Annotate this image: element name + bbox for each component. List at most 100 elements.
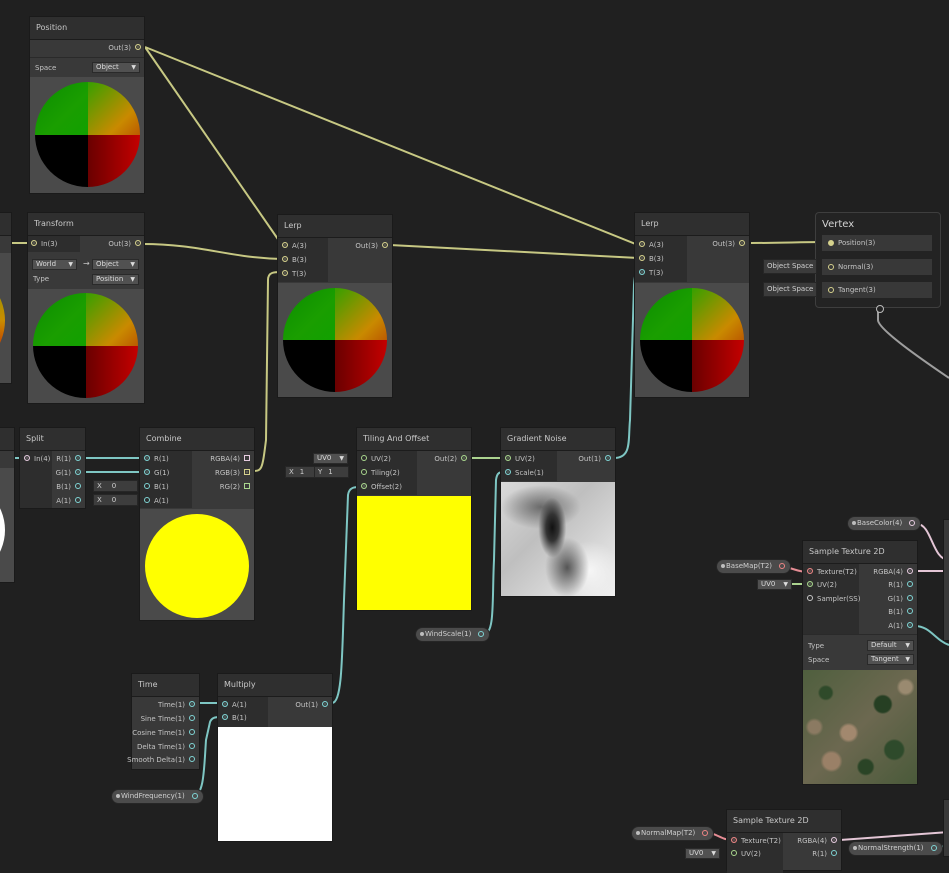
sample1-b-port[interactable]: B(1) [888, 606, 913, 618]
multiply-node[interactable]: Multiply A(1) B(1) Out(1) [218, 674, 332, 841]
split-r-port[interactable]: R(1) [56, 453, 81, 465]
normal-map-property[interactable]: NormalMap(T2) [632, 827, 714, 840]
combine-a-x-field[interactable]: X0 [93, 494, 138, 506]
time-cosine-port[interactable]: Cosine Time(1) [132, 727, 195, 739]
combine-b-x-field[interactable]: X0 [93, 480, 138, 492]
offscreen-node-top[interactable] [0, 213, 11, 383]
arrow-right-icon: → [83, 259, 90, 268]
offscreen-node-right[interactable] [944, 520, 949, 640]
lerp2-a-port[interactable]: A(3) [639, 239, 664, 251]
combine-r-port[interactable]: R(1) [144, 453, 169, 465]
lerp2-t-port[interactable]: T(3) [639, 267, 663, 279]
sample1-uv-channel-dropdown[interactable]: UV0 ▼ [757, 579, 792, 590]
tiling-y-field[interactable]: Y1 [314, 466, 349, 478]
lerp1-preview-sphere [283, 288, 387, 392]
time-smooth-delta-port[interactable]: Smooth Delta(1) [127, 754, 195, 766]
combine-rgba-port[interactable]: RGBA(4) [210, 453, 250, 465]
lerp1-t-port[interactable]: T(3) [282, 268, 306, 280]
gradient-uv-port[interactable]: UV(2) [505, 453, 535, 465]
tangent-object-space-field[interactable]: Object Space [763, 282, 818, 297]
transform-type-dropdown[interactable]: Position ▼ [92, 274, 139, 285]
transform-out-port[interactable]: Out(3) [108, 238, 141, 250]
position-out-port[interactable]: Out(3) [108, 42, 141, 54]
vertex-context[interactable]: Vertex Position(3) Normal(3) Tangent(3) [815, 212, 941, 313]
gradient-scale-port[interactable]: Scale(1) [505, 467, 544, 479]
sample1-space-label: Space [808, 656, 830, 664]
sample1-sampler-port[interactable]: Sampler(SS) [807, 593, 860, 605]
sample1-type-dropdown[interactable]: Default ▼ [867, 640, 914, 651]
sample1-texture-port[interactable]: Texture(T2) [807, 566, 857, 578]
position-space-dropdown[interactable]: Object ▼ [92, 62, 140, 73]
sample2-uv-channel-dropdown[interactable]: UV0 ▼ [685, 848, 720, 859]
split-b-port[interactable]: B(1) [56, 481, 81, 493]
sample1-a-port[interactable]: A(1) [888, 620, 913, 632]
lerp2-b-port[interactable]: B(3) [639, 253, 664, 265]
tiling-offset-port[interactable]: Offset(2) [361, 481, 402, 493]
sample1-space-dropdown[interactable]: Tangent ▼ [867, 654, 914, 665]
multiply-out-port[interactable]: Out(1) [295, 699, 328, 711]
tiling-x-field[interactable]: X1 [285, 466, 316, 478]
tiling-uv-port[interactable]: UV(2) [361, 453, 391, 465]
lerp2-out-port[interactable]: Out(3) [712, 238, 745, 250]
gradient-noise-node[interactable]: Gradient Noise UV(2) Scale(1) Out(1) [501, 428, 615, 596]
time-node[interactable]: Time Time(1) Sine Time(1) Cosine Time(1)… [127, 674, 199, 769]
base-map-property[interactable]: BaseMap(T2) [717, 560, 791, 573]
split-node[interactable]: Split In(4) R(1) G(1) B(1) A(1) [20, 428, 85, 508]
multiply-a-port[interactable]: A(1) [222, 699, 247, 711]
tiling-out-port[interactable]: Out(2) [434, 453, 467, 465]
sample2-uv-port[interactable]: UV(2) [731, 848, 761, 860]
sample-texture-node-1[interactable]: Sample Texture 2D Texture(T2) UV(2) Samp… [803, 541, 917, 784]
sample2-texture-port[interactable]: Texture(T2) [731, 835, 781, 847]
wind-frequency-property[interactable]: WindFrequency(1) [112, 790, 203, 803]
split-a-port[interactable]: A(1) [56, 495, 81, 507]
combine-b-port[interactable]: B(1) [144, 481, 169, 493]
lerp1-out-port[interactable]: Out(3) [355, 240, 388, 252]
wind-scale-property[interactable]: WindScale(1) [416, 628, 490, 641]
offscreen-node-right-bottom[interactable] [944, 800, 949, 856]
tiling-uv-channel-dropdown[interactable]: UV0 ▼ [313, 453, 348, 464]
multiply-node-title: Multiply [218, 674, 332, 697]
tiling-tiling-port[interactable]: Tiling(2) [361, 467, 400, 479]
sample2-r-port[interactable]: R(1) [812, 848, 837, 860]
chevron-down-icon: ▼ [905, 656, 910, 663]
normal-object-space-field[interactable]: Object Space [763, 259, 818, 274]
chevron-down-icon: ▼ [905, 642, 910, 649]
transform-to-dropdown[interactable]: Object ▼ [92, 259, 139, 270]
vertex-output-port[interactable] [876, 305, 884, 313]
multiply-b-port[interactable]: B(1) [222, 712, 247, 724]
combine-g-port[interactable]: G(1) [144, 467, 169, 479]
sample1-r-port[interactable]: R(1) [888, 579, 913, 591]
sample2-rgba-port[interactable]: RGBA(4) [797, 835, 837, 847]
combine-a-port[interactable]: A(1) [144, 495, 169, 507]
tiling-offset-node[interactable]: Tiling And Offset UV(2) Tiling(2) Offset… [357, 428, 471, 610]
transform-in-port[interactable]: In(3) [31, 238, 57, 250]
sample1-g-port[interactable]: G(1) [888, 593, 913, 605]
gradient-out-port[interactable]: Out(1) [578, 453, 611, 465]
time-time-port[interactable]: Time(1) [158, 699, 195, 711]
lerp-node-1[interactable]: Lerp A(3) B(3) T(3) Out(3) [278, 215, 392, 397]
split-g-port[interactable]: G(1) [56, 467, 81, 479]
transform-from-dropdown[interactable]: World ▼ [32, 259, 77, 270]
time-delta-port[interactable]: Delta Time(1) [137, 741, 195, 753]
lerp1-a-port[interactable]: A(3) [282, 240, 307, 252]
sample1-rgba-port[interactable]: RGBA(4) [873, 566, 913, 578]
position-node[interactable]: Position Out(3) Space Object ▼ [30, 17, 144, 193]
vertex-normal-slot[interactable]: Normal(3) [822, 259, 932, 275]
offscreen-node-bottom[interactable] [0, 428, 14, 582]
lerp1-b-port[interactable]: B(3) [282, 254, 307, 266]
base-color-property[interactable]: BaseColor(4) [848, 517, 921, 530]
lerp-node-2[interactable]: Lerp A(3) B(3) T(3) Out(3) [635, 213, 749, 397]
combine-node[interactable]: Combine R(1) G(1) B(1) A(1) RGBA(4) RGB(… [140, 428, 254, 620]
split-in-port[interactable]: In(4) [24, 453, 50, 465]
transform-node[interactable]: Transform In(3) Out(3) World ▼ → Object ▼ … [28, 213, 144, 403]
sample1-uv-port[interactable]: UV(2) [807, 579, 837, 591]
chevron-down-icon: ▼ [131, 64, 136, 71]
combine-rgb-port[interactable]: RGB(3) [215, 467, 250, 479]
vertex-position-slot[interactable]: Position(3) [822, 235, 932, 251]
time-sine-port[interactable]: Sine Time(1) [141, 713, 195, 725]
vertex-tangent-slot[interactable]: Tangent(3) [822, 282, 932, 298]
offscreen-preview-bottom [0, 468, 14, 582]
normal-strength-property[interactable]: NormalStrength(1) [849, 842, 942, 855]
combine-rg-port[interactable]: RG(2) [220, 481, 250, 493]
sample-texture-node-2[interactable]: Sample Texture 2D Texture(T2) UV(2) RGBA… [727, 810, 841, 873]
